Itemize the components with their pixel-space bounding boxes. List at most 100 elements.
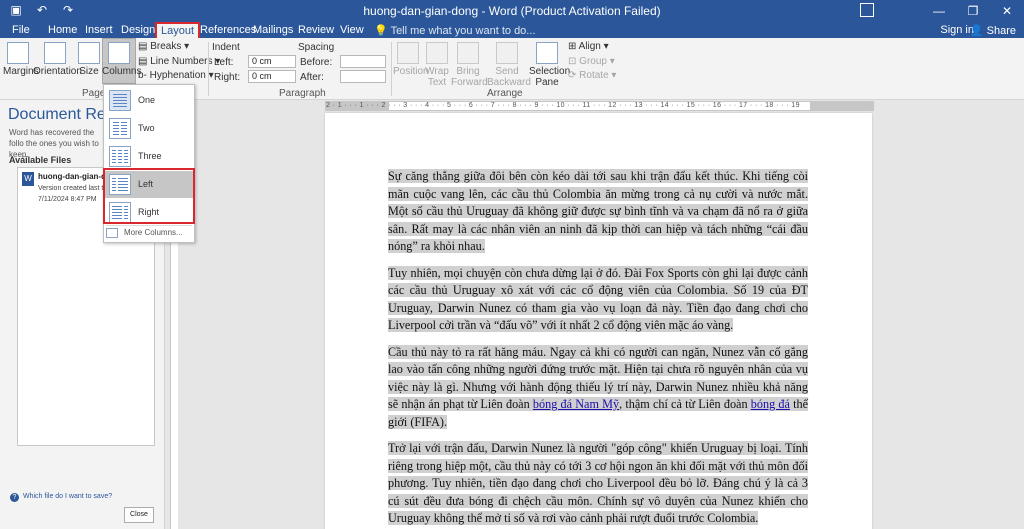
orientation-button[interactable]: Orientation [33,42,82,77]
indent-right-label: Right: [214,72,241,83]
columns-option-left-label: Left [138,179,154,189]
recovered-file-meta: Version created last t 7/11/2024 8:47 PM [38,183,103,205]
document-body[interactable]: Sự căng thẳng giữa đôi bên còn kéo dài t… [388,168,809,529]
breaks-button[interactable]: ▤ Breaks ▾ [138,41,189,52]
link-bong-da[interactable]: bóng đá [751,397,790,411]
tab-design[interactable]: Design [117,23,159,39]
columns-option-three-label: Three [138,151,162,161]
tell-me-label: Tell me what you want to do... [390,25,536,37]
more-columns-item[interactable]: More Columns... [106,228,183,238]
align-label: Align [578,41,601,52]
word-file-icon: W [22,172,34,186]
columns-option-two[interactable]: Two [105,115,193,142]
position-icon [397,42,419,64]
share-label: Share [986,25,1016,37]
breaks-label: Breaks [150,41,182,52]
group-label: Group [579,56,607,67]
horizontal-ruler: 2 · 1 · · · 1 · · · 2 · · · 3 · · · 4 · … [325,101,874,111]
bring-forward-icon [457,42,479,64]
tab-view[interactable]: View [336,23,368,39]
bring-forward-label: Bring Forward [451,66,488,88]
ribbon-display-options-icon[interactable] [860,3,874,17]
spacing-before-input[interactable] [340,55,386,68]
send-backward-icon [496,42,518,64]
close-window-button[interactable]: ✕ [990,0,1024,22]
two-columns-icon [109,118,131,139]
size-icon [78,42,100,64]
wrap-text-button[interactable]: Wrap Text [425,42,449,88]
paragraph-4: Trở lại với trận đấu, Darwin Nunez là ng… [388,440,808,528]
help-icon: ? [10,493,19,502]
hyphenation-label: Hyphenation [149,70,206,81]
send-backward-label: Send Backward [487,66,531,88]
paragraph-2-text: Tuy nhiên, mọi chuyện còn chưa dừng lại … [388,265,808,332]
indent-heading: Indent [212,42,240,53]
columns-option-left[interactable]: Left [105,171,193,198]
line-numbers-label: Line Numbers [150,56,213,67]
tell-me-search[interactable]: 💡 Tell me what you want to do... [374,24,535,37]
ruler-ticks: 2 · 1 · · · 1 · · · 2 · · · 3 · · · 4 · … [326,102,800,109]
columns-button[interactable]: Columns [102,42,141,77]
orientation-icon [44,42,66,64]
spacing-after-input[interactable] [340,70,386,83]
ruler-right-margin [810,102,873,110]
position-label: Position [393,66,429,77]
columns-option-one-label: One [138,95,156,105]
rotate-label: Rotate [579,70,609,81]
paragraph-1: Sự căng thẳng giữa đôi bên còn kéo dài t… [388,168,808,256]
indent-left-label: Left: [214,57,234,68]
more-columns-label: More Columns... [124,228,183,238]
tab-review[interactable]: Review [294,23,338,39]
margins-icon [7,42,29,64]
margins-button[interactable]: Margins [3,42,39,77]
position-button[interactable]: Position [393,42,429,77]
recovered-file-name[interactable]: huong-dan-gian-d [38,172,106,181]
recovered-file-date: 7/11/2024 8:47 PM [38,196,97,203]
columns-option-three[interactable]: Three [105,143,193,170]
tab-mailings[interactable]: Mailings [249,23,297,39]
ribbon-divider [208,42,209,96]
link-bong-da-nam-my[interactable]: bóng đá Nam Mỹ [533,397,619,411]
tab-file[interactable]: File [8,23,34,39]
available-files-heading: Available Files [9,155,72,165]
share-button[interactable]: 👤 Share [970,24,1016,37]
arrange-group-label: Arrange [487,88,523,99]
one-column-icon [109,90,131,111]
columns-option-right[interactable]: Right [105,199,193,226]
bring-forward-button[interactable]: Bring Forward [451,42,488,88]
spacing-after-label: After: [300,72,324,83]
columns-label: Columns [102,66,142,77]
more-columns-icon [106,228,118,238]
tab-home[interactable]: Home [44,23,81,39]
wrap-text-label: Wrap Text [425,66,449,88]
three-columns-icon [109,146,131,167]
selection-pane-button[interactable]: Selection Pane [529,42,570,88]
send-backward-button[interactable]: Send Backward [487,42,531,88]
group-button[interactable]: ⊡ Group ▾ [568,56,615,67]
which-file-help-link[interactable]: Which file do I want to save? [23,493,112,500]
spacing-heading: Spacing [298,42,335,53]
paragraph-3: Cầu thủ này tỏ ra rất hăng máu. Ngay cả … [388,344,809,432]
rotate-button[interactable]: ⟳ Rotate ▾ [568,70,616,81]
align-button[interactable]: ⊞ Align ▾ [568,41,609,52]
hyphenation-button[interactable]: b‑ Hyphenation ▾ [138,70,214,81]
size-button[interactable]: Size [78,42,100,77]
spacing-before-label: Before: [300,57,333,68]
paragraph-4-text: Trở lại với trận đấu, Darwin Nunez là ng… [388,441,808,525]
orientation-label: Orientation [33,66,82,77]
restore-button[interactable]: ❐ [956,0,990,22]
indent-right-input[interactable]: 0 cm [248,70,296,83]
recovered-file-version: Version created last t [38,185,104,192]
minimize-button[interactable]: — [922,0,956,22]
indent-left-input[interactable]: 0 cm [248,55,296,68]
document-page[interactable]: Sự căng thẳng giữa đôi bên còn kéo dài t… [325,113,872,529]
ribbon-divider [391,42,392,96]
columns-option-one[interactable]: One [105,87,193,114]
paragraph-group-label: Paragraph [279,88,326,99]
menu-divider [106,225,192,226]
tab-insert[interactable]: Insert [81,23,117,39]
selection-pane-label: Selection Pane [529,66,571,88]
recovery-close-button[interactable]: Close [124,507,154,523]
ribbon-tabs: File Home Insert Design Layout Reference… [0,22,1024,40]
wrap-text-icon [426,42,448,64]
